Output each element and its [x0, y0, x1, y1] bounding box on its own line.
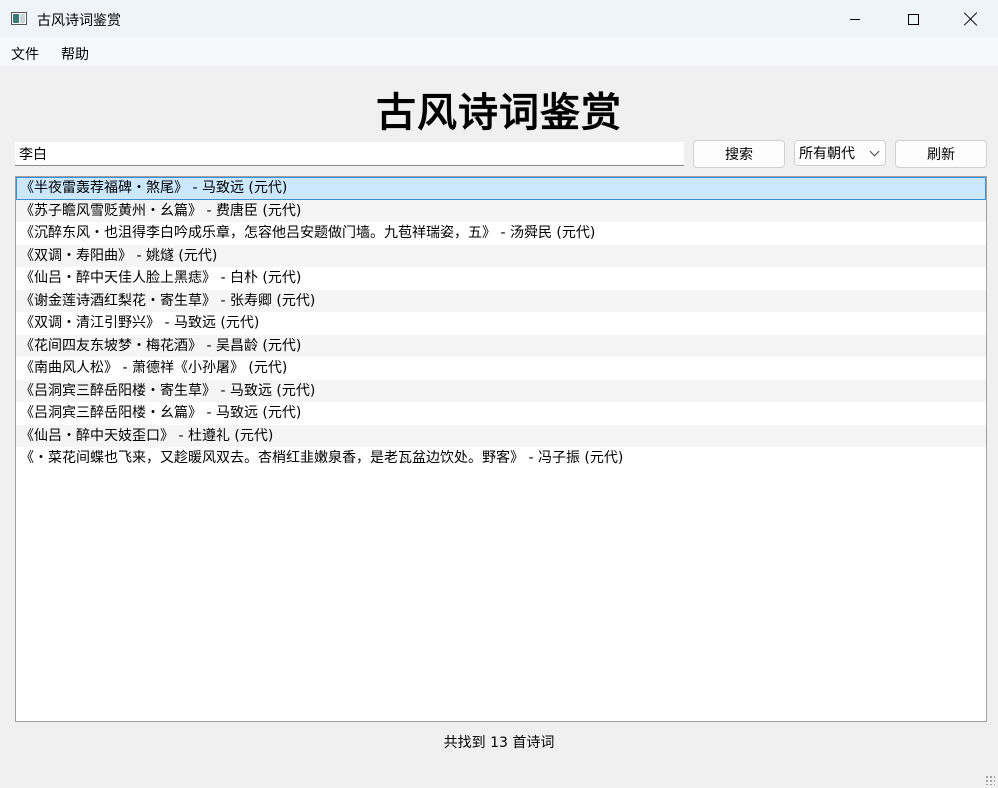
maximize-button[interactable] [884, 0, 942, 38]
list-item[interactable]: 《谢金莲诗酒红梨花・寄生草》 - 张寿卿 (元代) [16, 289, 986, 312]
list-item[interactable]: 《苏子瞻风雪贬黄州・幺篇》 - 费唐臣 (元代) [16, 199, 986, 222]
minimize-button[interactable] [826, 0, 884, 38]
refresh-button[interactable]: 刷新 [895, 140, 987, 168]
minimize-icon [850, 18, 860, 20]
list-item[interactable]: 《双调・寿阳曲》 - 姚燧 (元代) [16, 244, 986, 267]
menu-file[interactable]: 文件 [11, 44, 39, 64]
page-title: 古风诗词鉴赏 [376, 90, 622, 136]
list-item[interactable]: 《仙吕・醉中天妓歪口》 - 杜遵礼 (元代) [16, 424, 986, 447]
window-title: 古风诗词鉴赏 [37, 13, 121, 29]
list-item[interactable]: 《花间四友东坡梦・梅花酒》 - 吴昌龄 (元代) [16, 334, 986, 357]
chevron-down-icon [869, 146, 880, 157]
search-input[interactable] [15, 142, 684, 166]
menu-bar: 文件 帮助 [0, 38, 998, 66]
menu-help[interactable]: 帮助 [61, 44, 89, 64]
list-item[interactable]: 《・菜花间蝶也飞来，又趁暖风双去。杏梢红韭嫩泉香，是老瓦盆边饮处。野客》 - 冯… [16, 447, 986, 470]
list-item[interactable]: 《沉醉东风・也沮得李白吟成乐章，怎容他吕安题做门墙。九苞祥瑞姿，五》 - 汤舜民… [16, 222, 986, 245]
list-item[interactable]: 《吕洞宾三醉岳阳楼・幺篇》 - 马致远 (元代) [16, 402, 986, 425]
dynasty-select[interactable]: 所有朝代 [794, 140, 886, 166]
status-label: 共找到 13 首诗词 [443, 735, 555, 751]
app-icon [11, 12, 27, 25]
results-list[interactable]: 《半夜雷轰荐福碑・煞尾》 - 马致远 (元代) 《苏子瞻风雪贬黄州・幺篇》 - … [15, 176, 987, 722]
list-item[interactable]: 《半夜雷轰荐福碑・煞尾》 - 马致远 (元代) [16, 177, 986, 200]
title-bar: 古风诗词鉴赏 [0, 0, 998, 38]
close-icon [964, 12, 978, 26]
resize-grip[interactable] [985, 775, 995, 785]
dynasty-select-value: 所有朝代 [799, 146, 855, 162]
list-item[interactable]: 《双调・清江引野兴》 - 马致远 (元代) [16, 312, 986, 335]
close-button[interactable] [942, 0, 998, 38]
list-item[interactable]: 《南曲风人松》 - 萧德祥《小孙屠》 (元代) [16, 357, 986, 380]
list-item[interactable]: 《仙吕・醉中天佳人脸上黑痣》 - 白朴 (元代) [16, 267, 986, 290]
maximize-icon [907, 13, 919, 25]
search-button[interactable]: 搜索 [693, 140, 785, 168]
list-item[interactable]: 《吕洞宾三醉岳阳楼・寄生草》 - 马致远 (元代) [16, 379, 986, 402]
